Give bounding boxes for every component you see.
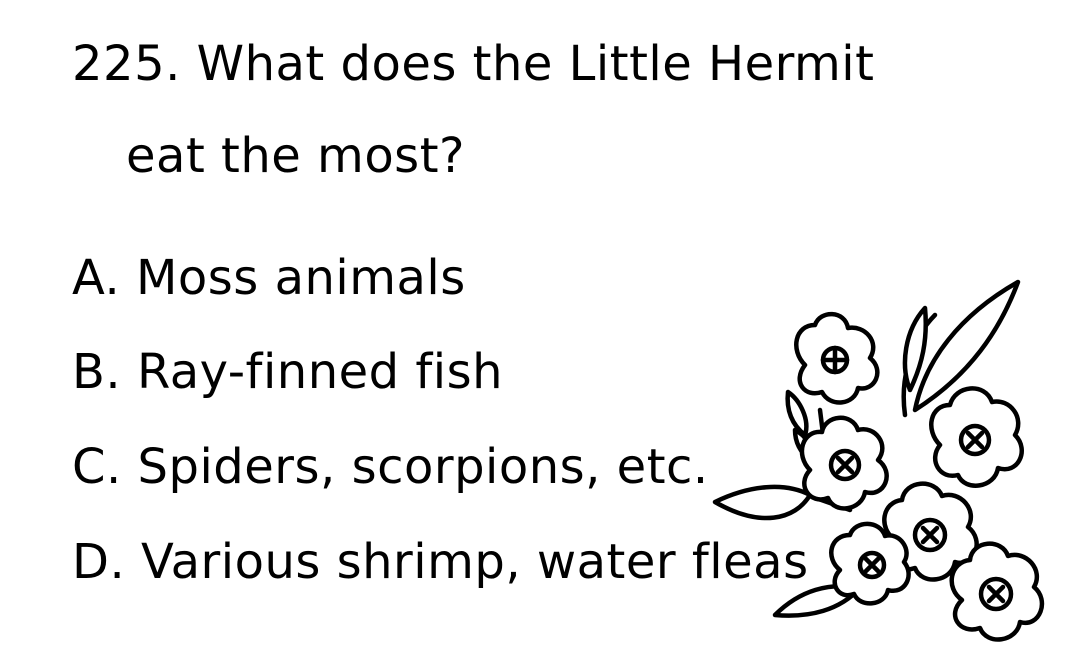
option-d[interactable]: D. Various shrimp, water fleas [72,538,809,586]
option-b[interactable]: B. Ray-finned fish [72,348,503,396]
flower-middle-left [799,415,889,511]
question-text-line-2: eat the most? [126,128,465,184]
option-a[interactable]: A. Moss animals [72,254,466,302]
flower-right [929,386,1024,488]
flower-bouquet-icon [712,279,1045,642]
flower-bottom-left [829,521,911,606]
option-c[interactable]: C. Spiders, scorpions, etc. [72,443,709,491]
question-text-line-1: 225. What does the Little Hermit [72,36,875,92]
flower-top [794,311,880,405]
